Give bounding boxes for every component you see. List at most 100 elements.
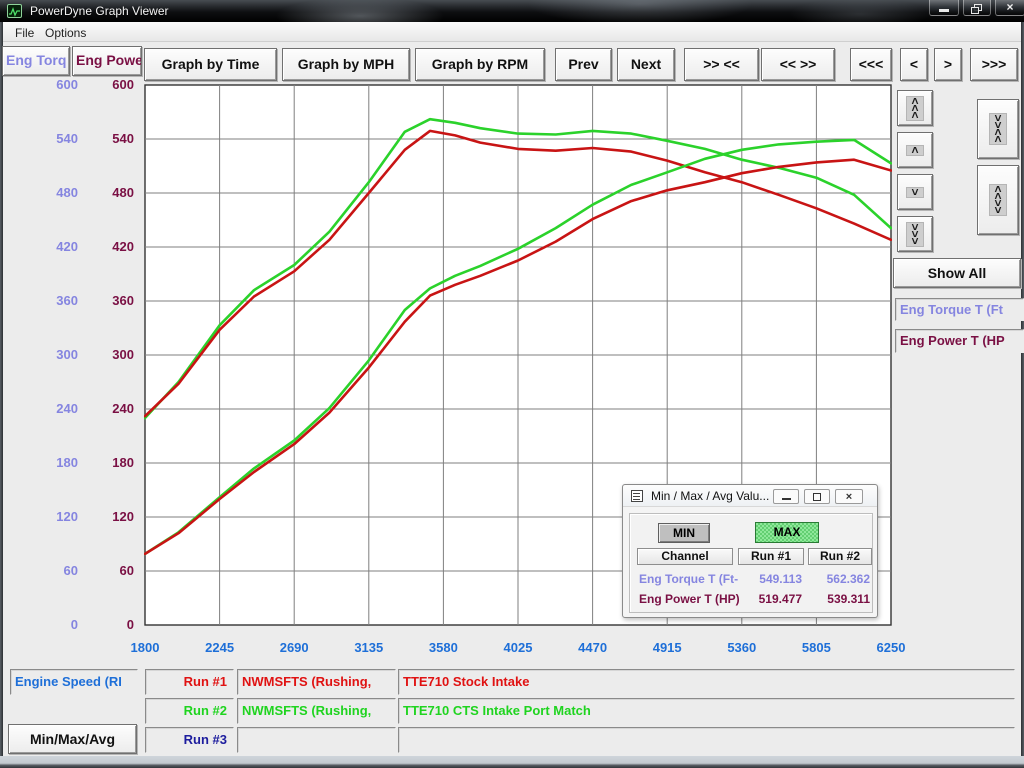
run3-file-box xyxy=(237,727,396,753)
channel-column-header[interactable]: Channel xyxy=(637,548,733,565)
next-button[interactable]: Next xyxy=(617,48,675,81)
x-tick-label: 4915 xyxy=(635,640,699,655)
power-legend-box[interactable]: Eng Power T (HP xyxy=(895,329,1024,353)
prev-button[interactable]: Prev xyxy=(555,48,612,81)
max-button[interactable]: MAX xyxy=(755,522,819,543)
torque-channel-button[interactable]: Eng Torq xyxy=(2,46,70,76)
row-run2-value: 539.311 xyxy=(808,592,870,606)
minmax-window-titlebar[interactable]: Min / Max / Avg Valu... × xyxy=(623,485,877,507)
minmax-window: Min / Max / Avg Valu... × MIN MAX Channe… xyxy=(622,484,878,618)
scroll-right-fast-button[interactable]: >>> xyxy=(970,48,1018,81)
scroll-left-button[interactable]: < xyxy=(900,48,928,81)
y-tick-label: 420 xyxy=(30,239,78,255)
show-all-button[interactable]: Show All xyxy=(893,258,1021,288)
graph-by-time-button[interactable]: Graph by Time xyxy=(144,48,277,81)
torque-legend-box[interactable]: Eng Torque T (Ft xyxy=(895,298,1024,321)
row-channel-label: Eng Power T (HP) xyxy=(639,592,739,606)
triple-up-chevron-icon: ˄˄˄ xyxy=(906,96,923,121)
y-scroll-up-fast-button[interactable]: ˄˄˄ xyxy=(897,90,933,126)
x-tick-label: 4470 xyxy=(561,640,625,655)
run1-file-box: NWMSFTS (Rushing, xyxy=(237,669,396,695)
x-tick-label: 2245 xyxy=(188,640,252,655)
minimize-icon xyxy=(782,498,791,500)
run2-file-box: NWMSFTS (Rushing, xyxy=(237,698,396,724)
y-scale-compress-button[interactable]: ˅˅˄˄ xyxy=(977,99,1019,159)
min-button[interactable]: MIN xyxy=(658,523,710,543)
minmax-restore-button[interactable] xyxy=(804,489,830,504)
minmax-window-icon xyxy=(631,490,643,502)
row-run2-value: 562.362 xyxy=(808,572,870,586)
y-tick-label: 420 xyxy=(86,239,134,255)
y-tick-label: 0 xyxy=(30,617,78,633)
y-tick-label: 300 xyxy=(30,347,78,363)
minmax-close-button[interactable]: × xyxy=(835,489,863,504)
run2-column-header[interactable]: Run #2 xyxy=(808,548,872,565)
minmax-minimize-button[interactable] xyxy=(773,489,799,504)
run2-desc-box: TTE710 CTS Intake Port Match xyxy=(398,698,1015,724)
y-tick-label: 480 xyxy=(30,185,78,201)
run1-column-header[interactable]: Run #1 xyxy=(738,548,804,565)
y-tick-label: 60 xyxy=(30,563,78,579)
graph-by-mph-button[interactable]: Graph by MPH xyxy=(282,48,410,81)
x-channel-box[interactable]: Engine Speed (RI xyxy=(10,669,138,695)
y-tick-label: 0 xyxy=(86,617,134,633)
y-tick-label: 480 xyxy=(86,185,134,201)
run1-desc-box: TTE710 Stock Intake xyxy=(398,669,1015,695)
y-tick-label: 120 xyxy=(86,509,134,525)
y-tick-label: 540 xyxy=(30,131,78,147)
x-tick-label: 5805 xyxy=(784,640,848,655)
y-tick-label: 240 xyxy=(30,401,78,417)
window-frame-bottom xyxy=(0,756,1024,768)
y-scroll-down-button[interactable]: ˅ xyxy=(897,174,933,210)
y-tick-label: 360 xyxy=(86,293,134,309)
graph-by-rpm-button[interactable]: Graph by RPM xyxy=(415,48,545,81)
title-bar[interactable]: PowerDyne Graph Viewer × xyxy=(0,0,1024,22)
y-tick-label: 300 xyxy=(86,347,134,363)
x-tick-label: 2690 xyxy=(262,640,326,655)
scroll-right-button[interactable]: > xyxy=(934,48,962,81)
x-tick-label: 4025 xyxy=(486,640,550,655)
powerdyne-window: PowerDyne Graph Viewer × File Options En… xyxy=(0,0,1024,768)
y-scale-expand-button[interactable]: ˄˄˅˅ xyxy=(977,165,1019,235)
y-tick-label: 180 xyxy=(86,455,134,471)
minmax-body: MIN MAX Channel Run #1 Run #2 Eng Torque… xyxy=(629,513,873,613)
menu-bar: File Options xyxy=(3,22,1021,42)
row-run1-value: 519.477 xyxy=(738,592,802,606)
zoom-out-x-button[interactable]: << >> xyxy=(761,48,835,81)
row-channel-label: Eng Torque T (Ft- xyxy=(639,572,739,586)
y-tick-label: 600 xyxy=(30,77,78,93)
run1-box[interactable]: Run #1 xyxy=(145,669,234,695)
run2-box[interactable]: Run #2 xyxy=(145,698,234,724)
run3-box[interactable]: Run #3 xyxy=(145,727,234,753)
compress-chevrons-icon: ˅˅˄˄ xyxy=(989,113,1006,145)
close-icon: × xyxy=(836,490,862,504)
up-chevron-icon: ˄ xyxy=(906,145,923,156)
menu-file[interactable]: File xyxy=(11,25,38,41)
row-run1-value: 549.113 xyxy=(738,572,802,586)
minimize-icon xyxy=(939,9,949,12)
minimize-button[interactable] xyxy=(929,0,959,16)
x-tick-label: 5360 xyxy=(710,640,774,655)
close-icon: × xyxy=(996,0,1024,15)
minmax-window-title: Min / Max / Avg Valu... xyxy=(651,489,769,503)
y-scroll-up-button[interactable]: ˄ xyxy=(897,132,933,168)
scroll-left-fast-button[interactable]: <<< xyxy=(850,48,892,81)
minmax-avg-button[interactable]: Min/Max/Avg xyxy=(8,724,137,754)
app-icon xyxy=(7,4,22,18)
restore-icon xyxy=(813,493,821,501)
run3-desc-box xyxy=(398,727,1015,753)
restore-button[interactable] xyxy=(963,0,991,16)
y-tick-label: 180 xyxy=(30,455,78,471)
window-title: PowerDyne Graph Viewer xyxy=(30,4,169,18)
x-tick-label: 3580 xyxy=(411,640,475,655)
expand-chevrons-icon: ˄˄˅˅ xyxy=(989,184,1006,216)
y-tick-label: 120 xyxy=(30,509,78,525)
triple-down-chevron-icon: ˅˅˅ xyxy=(906,222,923,247)
y-scroll-down-fast-button[interactable]: ˅˅˅ xyxy=(897,216,933,252)
y-tick-label: 240 xyxy=(86,401,134,417)
zoom-in-x-button[interactable]: >> << xyxy=(684,48,759,81)
close-button[interactable]: × xyxy=(995,0,1024,16)
menu-options[interactable]: Options xyxy=(41,25,90,41)
y-tick-label: 600 xyxy=(86,77,134,93)
power-channel-button[interactable]: Eng Powe xyxy=(72,46,142,76)
